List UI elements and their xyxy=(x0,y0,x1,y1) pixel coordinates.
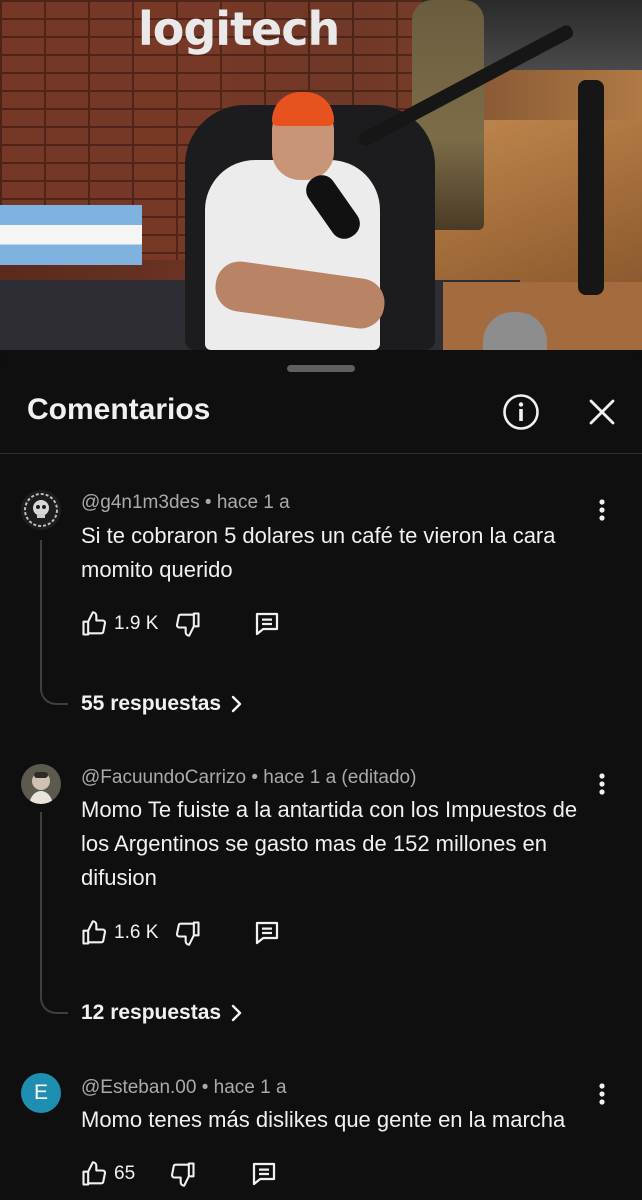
comment-meta: @Esteban.00 • hace 1 a xyxy=(81,1077,287,1098)
comment-author[interactable]: @Esteban.00 xyxy=(81,1077,196,1098)
more-button[interactable] xyxy=(590,495,614,525)
reply-button[interactable] xyxy=(252,609,282,639)
reply-comment-icon xyxy=(256,612,279,636)
like-button[interactable]: 1.9 K xyxy=(80,610,158,638)
thumbs-down-icon xyxy=(176,921,200,946)
skull-avatar-icon xyxy=(21,490,61,530)
like-count: 1.9 K xyxy=(114,613,159,634)
reply-comment-icon xyxy=(256,921,279,945)
chevron-right-icon xyxy=(231,695,242,713)
comment-time: hace 1 a xyxy=(213,1077,287,1098)
dislike-button[interactable] xyxy=(174,610,202,638)
thumbs-up-icon xyxy=(82,611,107,636)
video-player[interactable]: logitech xyxy=(0,0,642,350)
dislike-button[interactable] xyxy=(169,1160,197,1188)
more-button[interactable] xyxy=(590,769,614,799)
info-button[interactable] xyxy=(499,390,543,434)
like-button[interactable]: 65 xyxy=(80,1160,135,1188)
reply-button[interactable] xyxy=(249,1159,279,1189)
thumbs-down-icon xyxy=(171,1162,195,1187)
user-photo-avatar-icon xyxy=(21,764,61,804)
replies-label: 55 respuestas xyxy=(81,692,222,715)
thumbs-down-icon xyxy=(176,612,200,637)
avatar[interactable] xyxy=(21,764,61,804)
comments-panel: Comentarios @g4n1m3des • hace 1 a Si te … xyxy=(0,350,642,1200)
header-divider xyxy=(0,453,642,454)
reply-button[interactable] xyxy=(252,918,282,948)
reply-comment-icon xyxy=(253,1162,276,1186)
comment-time: hace 1 a (editado) xyxy=(263,767,417,788)
like-button[interactable]: 1.6 K xyxy=(80,919,158,947)
comment-text: Si te cobraron 5 dolares un café te vier… xyxy=(81,523,556,582)
more-vert-icon xyxy=(599,499,605,521)
comment-meta: @FacuundoCarrizo • hace 1 a (editado) xyxy=(81,767,417,788)
avatar-letter: E xyxy=(33,1081,48,1104)
dislike-button[interactable] xyxy=(174,919,202,947)
close-button[interactable] xyxy=(580,390,624,434)
view-replies-button[interactable]: 55 respuestas xyxy=(81,692,243,716)
avatar[interactable] xyxy=(21,490,61,530)
comment-actions: 1.6 K xyxy=(80,917,282,949)
like-count: 65 xyxy=(114,1163,136,1184)
reply-thread-line xyxy=(40,812,68,1014)
more-vert-icon xyxy=(599,773,605,795)
close-icon xyxy=(589,399,615,425)
chevron-right-icon xyxy=(231,1004,242,1022)
mic-stand xyxy=(578,80,604,295)
more-vert-icon xyxy=(599,1083,605,1105)
comment-author[interactable]: @g4n1m3des xyxy=(81,492,200,513)
avatar[interactable]: E xyxy=(21,1073,61,1113)
comment-text: Momo tenes más dislikes que gente en la … xyxy=(81,1107,566,1132)
replies-label: 12 respuestas xyxy=(81,1001,222,1024)
comment-actions: 65 xyxy=(80,1158,279,1190)
more-button[interactable] xyxy=(590,1079,614,1109)
drag-handle[interactable] xyxy=(287,365,355,372)
comment-text: Momo Te fuiste a la antartida con los Im… xyxy=(81,797,578,890)
thumbs-up-icon xyxy=(82,920,107,945)
logitech-logo: logitech xyxy=(138,2,340,56)
comment-author[interactable]: @FacuundoCarrizo xyxy=(81,767,246,788)
comment-meta: @g4n1m3des • hace 1 a xyxy=(81,492,290,513)
info-icon xyxy=(503,394,539,430)
view-replies-button[interactable]: 12 respuestas xyxy=(81,1001,243,1025)
argentina-flag xyxy=(0,205,142,265)
like-count: 1.6 K xyxy=(114,922,159,943)
comment-time: hace 1 a xyxy=(216,492,290,513)
panel-title: Comentarios xyxy=(27,393,211,426)
thumbs-up-icon xyxy=(82,1161,107,1186)
comment-actions: 1.9 K xyxy=(80,608,282,640)
reply-thread-line xyxy=(40,540,68,705)
